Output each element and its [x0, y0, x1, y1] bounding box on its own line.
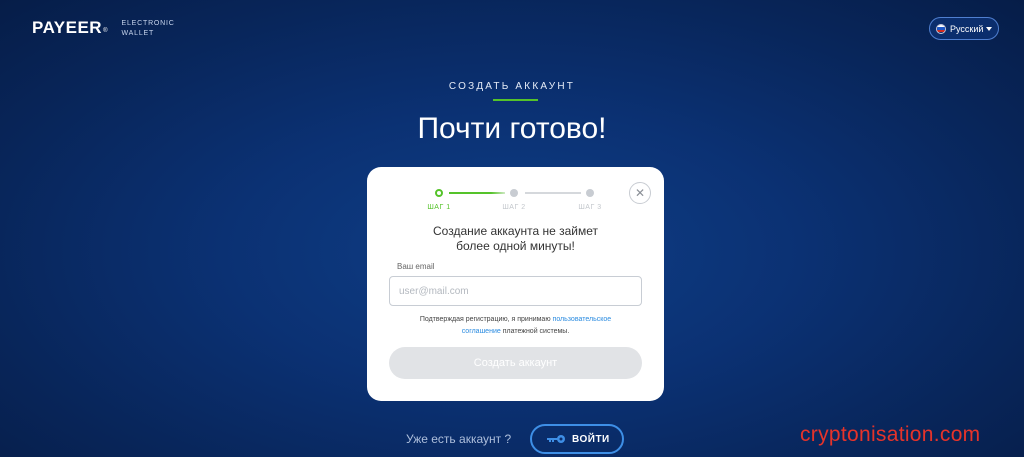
chevron-down-icon [986, 26, 992, 31]
terms-link-part1[interactable]: пользовательское [553, 316, 612, 323]
key-icon [546, 434, 566, 444]
section-subheading: СОЗДАТЬ АККАУНТ [448, 81, 576, 92]
step-2-dot [510, 189, 518, 197]
terms-text-before: Подтверждая регистрацию, я принимаю [419, 316, 551, 323]
terms-text-after: платежной системы. [502, 328, 570, 335]
logo-subtitle-line2: WALLET [121, 30, 155, 37]
create-account-button[interactable]: Создать аккаунт [389, 347, 642, 379]
already-have-account-text: Уже есть аккаунт ? [406, 432, 512, 446]
email-label: Ваш email [397, 262, 435, 271]
login-button[interactable]: ВОЙТИ [530, 424, 624, 454]
close-icon: ✕ [634, 186, 646, 200]
login-button-label: ВОЙТИ [572, 433, 610, 445]
subheading-underline [493, 99, 538, 101]
step-progress-line-2 [525, 192, 581, 194]
step-1-dot [435, 189, 443, 197]
email-field[interactable] [389, 276, 642, 306]
logo-subtitle: ELECTRONIC WALLET [122, 19, 175, 39]
logo-registered-mark: ® [103, 28, 108, 34]
registration-card: ✕ ШАГ 1 ШАГ 2 ШАГ 3 Создание аккаунта не… [367, 167, 664, 401]
watermark: cryptonisation.com [800, 423, 981, 446]
step-1-label: ШАГ 1 [427, 204, 451, 211]
payeer-logo[interactable]: PAYEER ® ELECTRONIC WALLET [32, 18, 175, 39]
card-title-line1: Создание аккаунта не займет [433, 224, 598, 238]
step-3-dot [586, 189, 594, 197]
logo-wordmark: PAYEER [32, 18, 103, 37]
language-label: Русский [950, 23, 984, 34]
russian-flag-icon [936, 23, 946, 34]
close-button[interactable]: ✕ [629, 182, 651, 204]
step-3-label: ШАГ 3 [578, 204, 602, 211]
card-title-line2: более одной минуты! [456, 239, 575, 253]
card-title: Создание аккаунта не займет более одной … [367, 224, 664, 254]
terms-agreement: Подтверждая регистрацию, я принимаю поль… [367, 314, 664, 338]
step-2-label: ШАГ 2 [502, 204, 526, 211]
logo-subtitle-line1: ELECTRONIC [121, 20, 175, 27]
page-title: Почти готово! [417, 112, 607, 145]
language-selector[interactable]: Русский [929, 17, 999, 40]
step-progress-line-1 [449, 192, 505, 194]
terms-link-part2[interactable]: соглашение [462, 328, 501, 335]
